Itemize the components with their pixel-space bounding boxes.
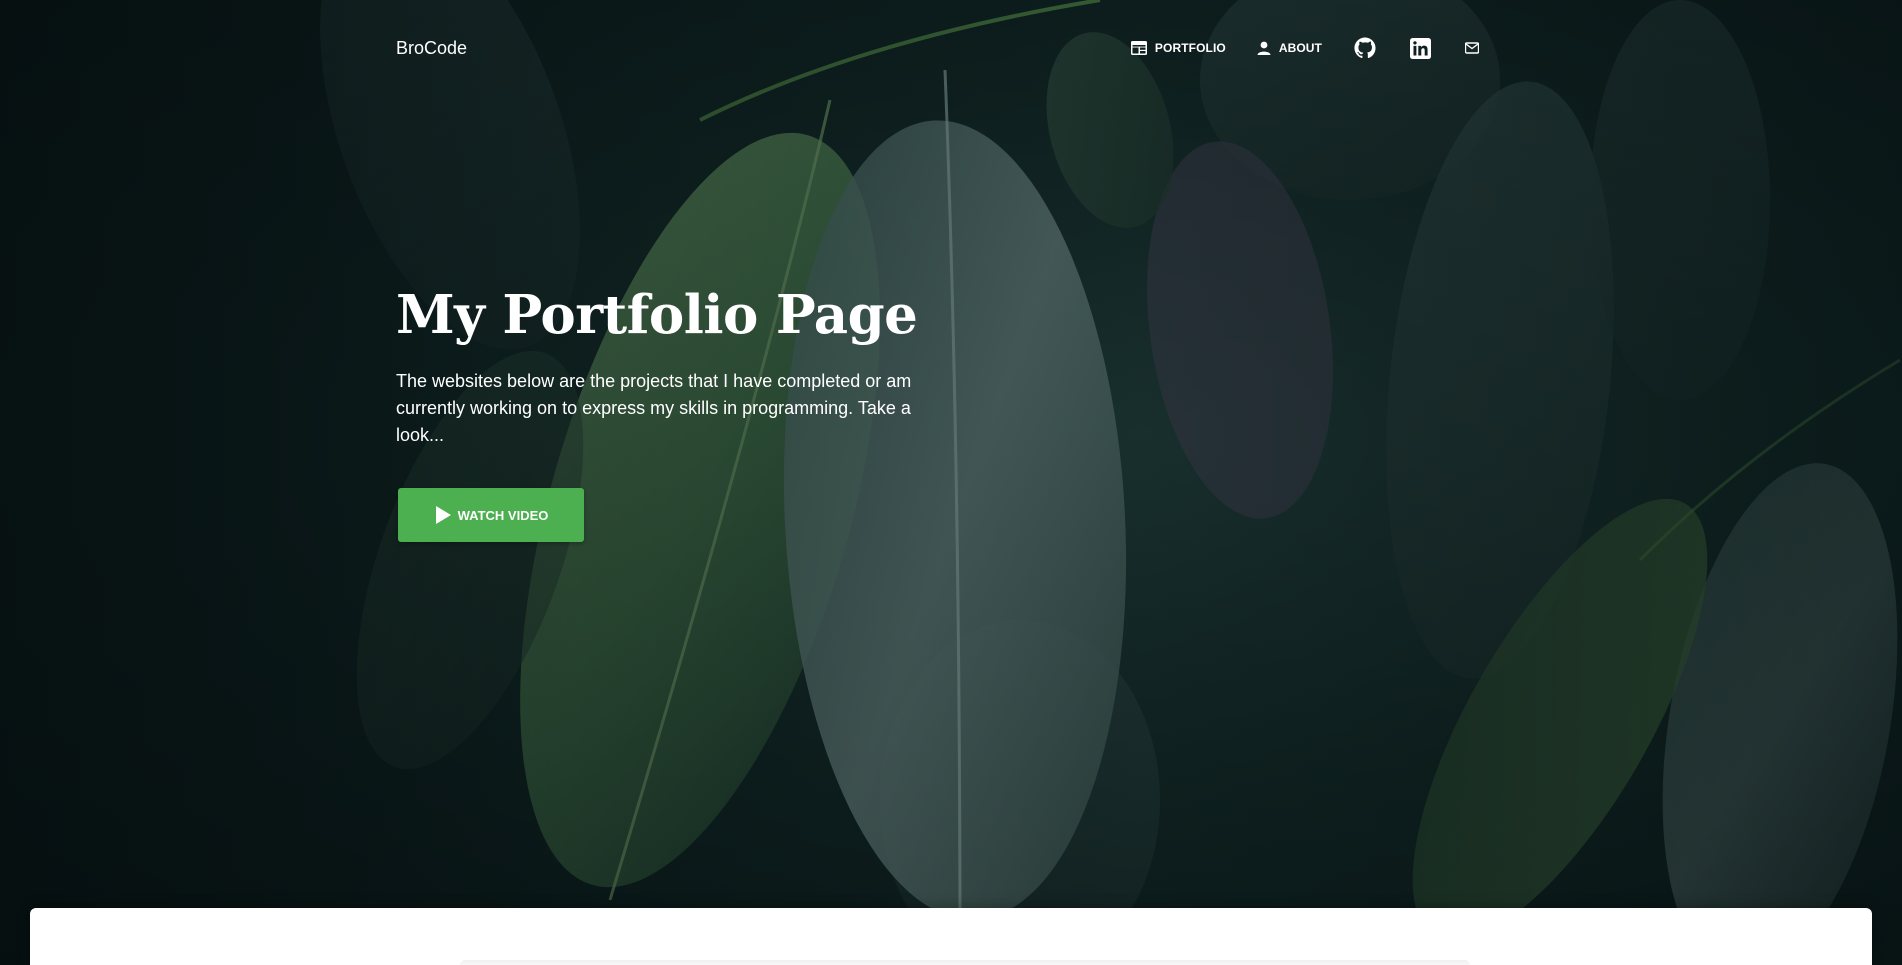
brand-logo[interactable]: BroCode [396,38,467,59]
card-inner-section [460,960,1470,965]
watch-video-button[interactable]: WATCH VIDEO [398,488,584,542]
nav-item-about[interactable]: ABOUT [1241,28,1337,68]
play-icon [434,505,452,525]
main-content-card [30,908,1872,965]
linkedin-icon [1410,37,1431,59]
hero-overlay [0,0,1902,965]
nav-item-linkedin[interactable] [1393,28,1448,68]
dashboard-icon [1130,40,1148,56]
nav-item-mail[interactable] [1448,28,1496,68]
watch-video-label: WATCH VIDEO [457,507,549,523]
nav-item-github[interactable] [1337,28,1393,68]
hero-content: My Portfolio Page The websites below are… [396,280,936,542]
navbar: BroCode PORTFOLIO ABOUT [396,28,1496,68]
page-title: My Portfolio Page [396,284,918,346]
person-icon [1256,40,1272,56]
hero-description: The websites below are the projects that… [396,371,912,445]
nav-item-label: PORTFOLIO [1154,41,1226,55]
nav-links: PORTFOLIO ABOUT [1115,28,1496,68]
mail-icon [1465,42,1479,54]
github-icon [1354,37,1376,59]
nav-item-label: ABOUT [1278,41,1322,55]
hero-section: BroCode PORTFOLIO ABOUT My Portfolio Pag… [0,0,1902,965]
nav-item-portfolio[interactable]: PORTFOLIO [1115,28,1241,68]
